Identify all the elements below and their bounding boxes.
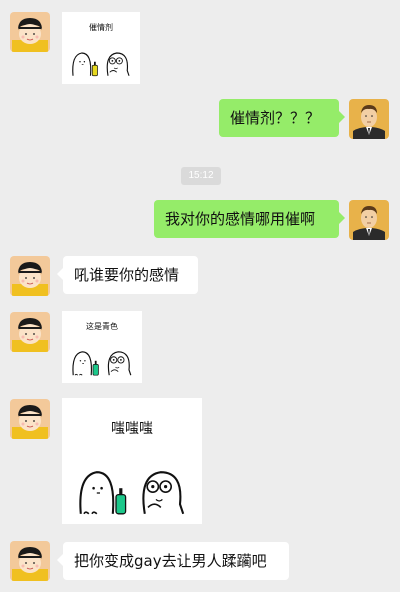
message-bubble-received[interactable]: 把你变成gay去让男人蹂躏吧 [57, 542, 289, 580]
message-bubble-received[interactable]: 吼谁要你的感情 [57, 256, 198, 294]
girl-avatar-icon[interactable] [10, 256, 50, 296]
sticker-caption: 催情剂 [89, 23, 113, 32]
message-bubble-sent[interactable]: 我对你的感情哪用催啊 [154, 200, 345, 238]
message-text: 吼谁要你的感情 [74, 266, 180, 284]
sticker-message[interactable]: 这是青色 [62, 311, 142, 383]
ghost-creatures-sticker-icon [66, 42, 136, 78]
girl-avatar-icon[interactable] [10, 541, 50, 581]
girl-avatar-icon[interactable] [10, 399, 50, 439]
sticker-caption: 嗤嗤嗤 [111, 421, 153, 437]
message-bubble-sent[interactable]: 催情剂？？？ [219, 99, 345, 137]
timestamp: 15:12 [181, 167, 221, 185]
chat-area[interactable]: 催情剂 催情剂？？？ 15:12 我对你的感情哪用催啊 吼谁要你的感情 这是青色 [0, 0, 400, 592]
sticker-message[interactable]: 催情剂 [62, 12, 140, 84]
girl-avatar-icon[interactable] [10, 312, 50, 352]
message-text: 我对你的感情哪用催啊 [165, 210, 316, 228]
man-avatar-icon[interactable] [349, 200, 389, 240]
message-text: 把你变成gay去让男人蹂躏吧 [74, 552, 267, 570]
ghost-creatures-sticker-icon [68, 453, 196, 517]
girl-avatar-icon[interactable] [10, 12, 50, 52]
man-avatar-icon[interactable] [349, 99, 389, 139]
sticker-caption: 这是青色 [86, 322, 118, 331]
sticker-message[interactable]: 嗤嗤嗤 [62, 398, 202, 524]
ghost-creatures-sticker-icon [66, 341, 138, 377]
message-text: 催情剂？？？ [230, 109, 321, 127]
